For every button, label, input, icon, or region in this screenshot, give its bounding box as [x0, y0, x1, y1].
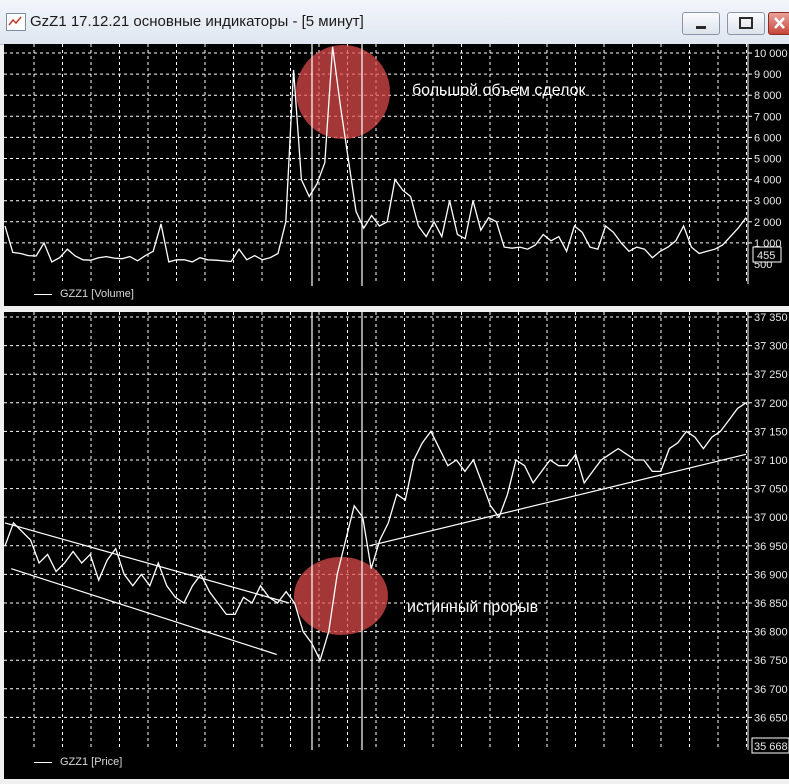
close-icon [774, 17, 785, 29]
price-legend-label: GZZ1 [Price] [60, 756, 123, 768]
y-tick-label: 36 900 [754, 569, 788, 581]
y-tick-label: 36 800 [754, 627, 788, 639]
y-tick-label: 36 950 [754, 541, 788, 553]
y-tick-label: 10 000 [754, 48, 788, 60]
y-tick-label: 6 000 [754, 132, 782, 144]
y-tick-label: 36 750 [754, 655, 788, 667]
maximize-button[interactable] [727, 12, 765, 35]
volume-legend-swatch [34, 293, 52, 295]
volume-legend-label: GZZ1 [Volume] [60, 288, 134, 300]
minimize-icon [696, 26, 706, 29]
y-tick-label: 4 000 [754, 175, 782, 187]
y-tick-label: 37 250 [754, 369, 788, 381]
y-tick-label: 37 150 [754, 426, 788, 438]
minimize-button[interactable] [682, 12, 720, 35]
price-panel[interactable]: истинный прорыв 37 350 37 300 37 250 37 200… [4, 312, 789, 779]
price-annotation: истинный прорыв [407, 599, 538, 616]
y-tick-label: 8 000 [754, 90, 782, 102]
price-chart[interactable]: истинный прорыв 37 350 37 300 37 250 37 200… [4, 312, 789, 779]
y-tick-label: 2 000 [754, 217, 782, 229]
y-tick-label: 37 200 [754, 398, 788, 410]
maximize-icon [739, 17, 753, 29]
y-tick-label: 37 000 [754, 512, 788, 524]
y-tick-label: 5 000 [754, 154, 782, 166]
window-title: GzZ1 17.12.21 основные индикаторы - [5 м… [30, 13, 364, 30]
y-tick-label: 37 050 [754, 484, 788, 496]
chart-window-icon [6, 13, 26, 31]
y-tick-label: 9 000 [754, 69, 782, 81]
price-current-value: 35 668 [754, 741, 788, 753]
volume-current-value: 455 [757, 250, 775, 262]
price-legend: GZZ1 [Price] [34, 756, 122, 772]
price-highlight-circle [294, 557, 388, 635]
volume-chart[interactable]: большой объем сделок 10 000 9 000 8 000 7 0… [4, 44, 789, 306]
y-tick-label: 3 000 [754, 196, 782, 208]
price-legend-swatch [34, 761, 52, 763]
y-tick-label: 37 350 [754, 312, 788, 324]
y-tick-label: 37 100 [754, 455, 788, 467]
volume-panel[interactable]: большой объем сделок 10 000 9 000 8 000 7 0… [4, 44, 789, 306]
y-tick-label: 36 700 [754, 684, 788, 696]
trend-line-1[interactable] [4, 522, 290, 604]
close-button[interactable] [768, 12, 789, 35]
window-titlebar[interactable]: GzZ1 17.12.21 основные индикаторы - [5 м… [0, 0, 789, 45]
volume-legend: GZZ1 [Volume] [34, 288, 134, 304]
y-tick-label: 7 000 [754, 111, 782, 123]
y-tick-label: 37 300 [754, 341, 788, 353]
y-tick-label: 36 650 [754, 712, 788, 724]
volume-annotation: большой объем сделок [412, 82, 586, 99]
y-tick-label: 36 850 [754, 598, 788, 610]
